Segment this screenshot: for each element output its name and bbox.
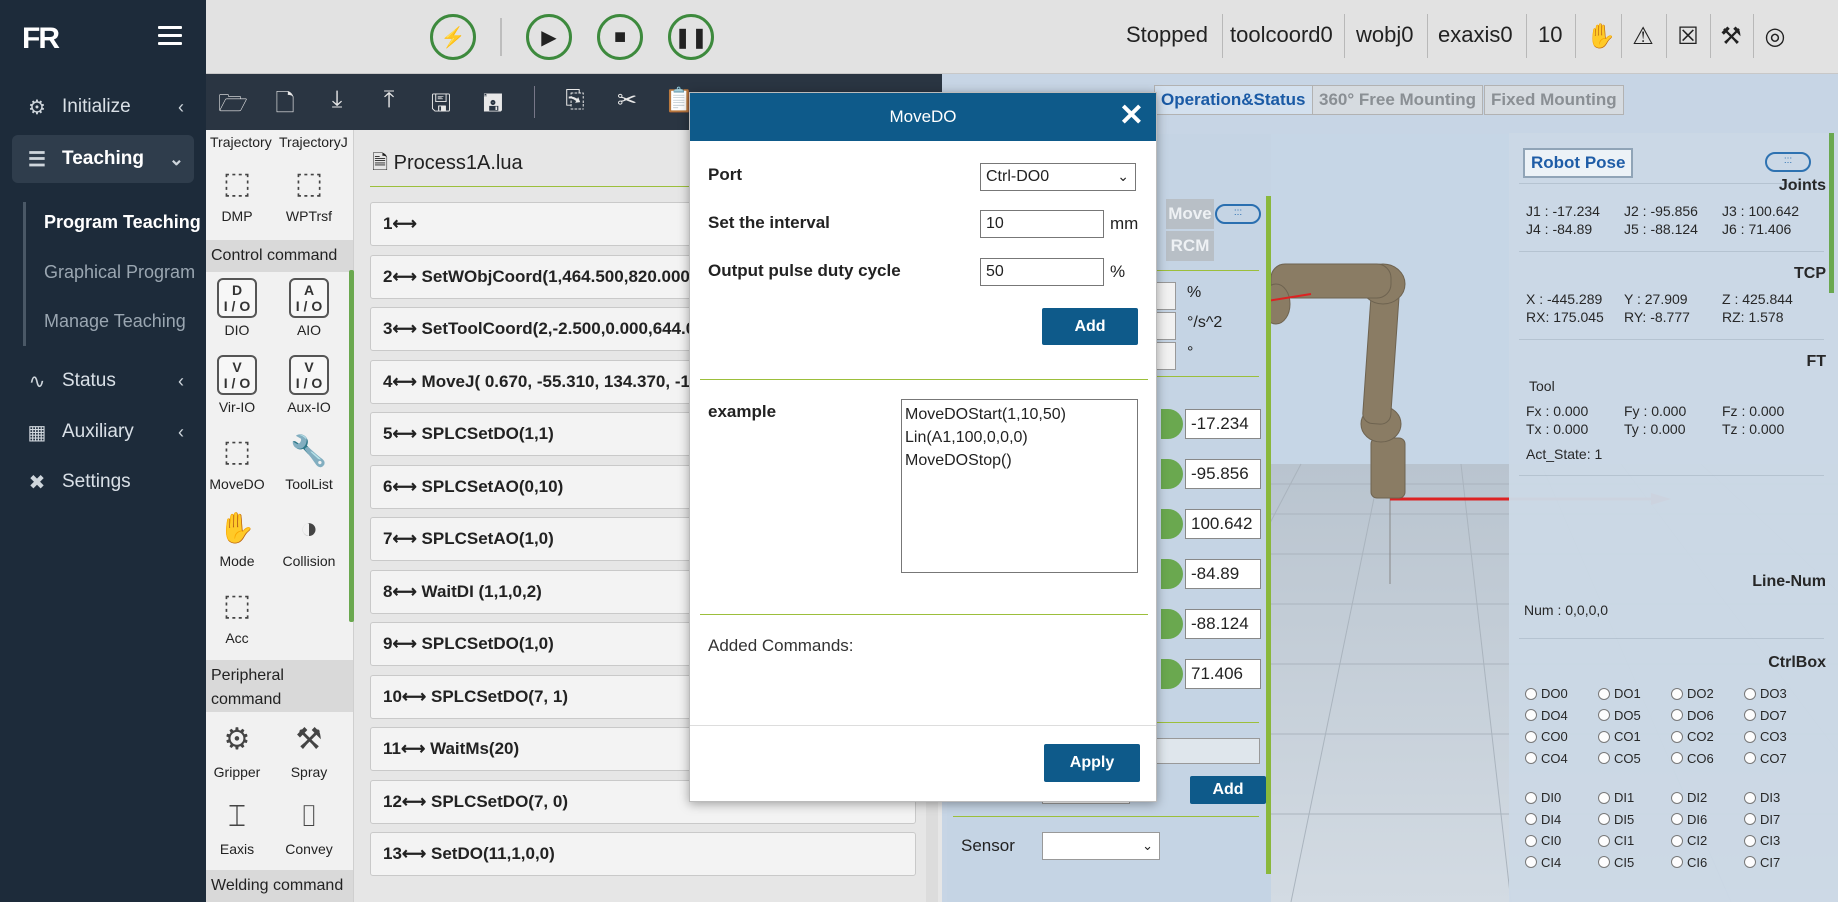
movedo-dialog: MoveDO ✕ Port Ctrl-DO0 ⌄ Set the interva…	[689, 92, 1157, 802]
interval-input[interactable]: 10	[980, 210, 1104, 238]
stop-button[interactable]: ■	[597, 14, 643, 60]
tool-coord[interactable]: toolcoord0	[1230, 22, 1333, 48]
duty-cycle-input[interactable]: 50	[980, 258, 1104, 286]
stop-icon: ■	[613, 25, 627, 48]
divider	[1666, 14, 1667, 58]
divider	[1621, 14, 1622, 58]
divider	[500, 18, 502, 56]
divider	[1753, 14, 1754, 58]
run-button[interactable]: ▶	[526, 14, 572, 60]
play-icon: ▶	[541, 26, 557, 49]
divider	[1427, 14, 1428, 58]
divider	[700, 614, 1148, 615]
add-button[interactable]: Add	[1042, 308, 1138, 345]
example-line: MoveDOStop()	[905, 452, 1012, 469]
apply-button[interactable]: Apply	[1044, 744, 1140, 782]
divider	[1710, 14, 1711, 58]
port-select[interactable]: Ctrl-DO0 ⌄	[980, 163, 1136, 191]
exaxis-coord[interactable]: exaxis0	[1438, 22, 1513, 48]
app-root: FR ⚙ Initialize ‹ ☰ Teaching ⌄ Program T…	[0, 0, 1838, 902]
duty-cycle-unit: %	[1110, 262, 1126, 281]
warning-icon[interactable]: ⚠	[1628, 22, 1658, 52]
wobj-coord[interactable]: wobj0	[1356, 22, 1413, 48]
example-label: example	[708, 402, 777, 421]
dialog-header: MoveDO ✕	[690, 93, 1156, 141]
top-bar: ⚡ ▶ ■ ❚❚ Stopped toolcoord0 wobj0 exaxis…	[206, 0, 1838, 74]
divider	[1222, 14, 1223, 58]
logo: FR	[22, 22, 60, 55]
close-icon[interactable]: ✕	[1119, 101, 1144, 131]
divider	[690, 725, 1156, 726]
no-drag-icon[interactable]: ☒	[1673, 22, 1703, 52]
pause-icon: ❚❚	[674, 26, 708, 49]
example-line: MoveDOStart(1,10,50)	[905, 406, 1066, 423]
port-select-value: Ctrl-DO0	[986, 168, 1050, 185]
chevron-down-icon: ⌄	[1117, 168, 1129, 184]
enable-button[interactable]: ⚡	[430, 14, 476, 60]
hand-drag-icon[interactable]: ✋	[1586, 22, 1616, 52]
divider	[700, 379, 1148, 380]
interval-unit: mm	[1110, 214, 1139, 233]
example-textarea[interactable]: MoveDOStart(1,10,50) Lin(A1,100,0,0,0) M…	[901, 399, 1138, 573]
divider	[1344, 14, 1345, 58]
speed-value[interactable]: 10	[1538, 22, 1562, 48]
run-status: Stopped	[1126, 22, 1208, 47]
added-commands-label: Added Commands:	[708, 636, 854, 655]
robot-arm-icon[interactable]: ⚒	[1716, 22, 1746, 52]
example-line: Lin(A1,100,0,0,0)	[905, 429, 1028, 446]
divider	[1575, 14, 1576, 58]
interval-label: Set the interval	[708, 213, 830, 232]
lightning-icon: ⚡	[440, 26, 466, 49]
user-icon[interactable]: ◎	[1760, 22, 1790, 52]
port-label: Port	[708, 165, 742, 184]
divider	[1526, 14, 1527, 58]
pause-button[interactable]: ❚❚	[668, 14, 714, 60]
dialog-title: MoveDO	[889, 107, 957, 126]
menu-toggle-icon[interactable]	[158, 26, 182, 48]
duty-cycle-label: Output pulse duty cycle	[708, 261, 901, 280]
